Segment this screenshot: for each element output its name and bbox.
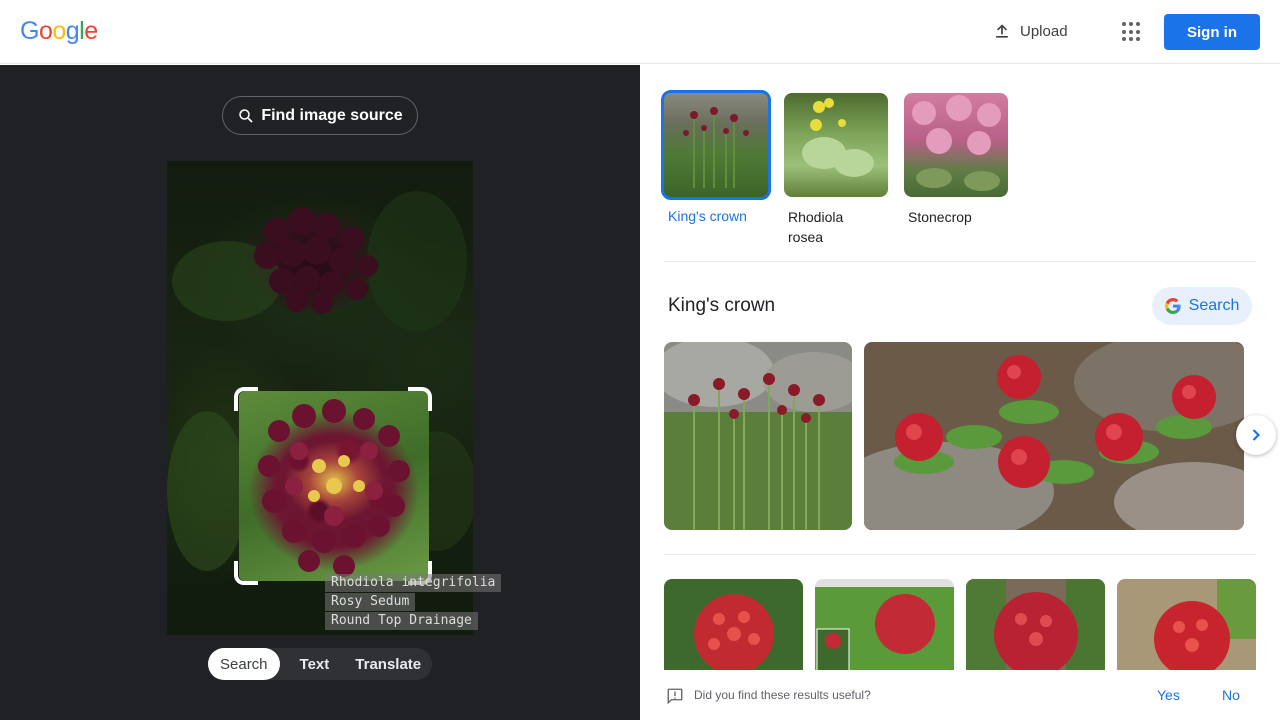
header: Google Upload Sign in	[0, 0, 1280, 64]
result-image[interactable]	[664, 579, 803, 679]
suggestion-label: Stonecrop	[908, 209, 972, 225]
result-image[interactable]	[1117, 579, 1256, 679]
next-results-button[interactable]	[1236, 415, 1276, 455]
crop-corner-top-left[interactable]	[234, 387, 258, 411]
result-image[interactable]	[966, 579, 1105, 679]
upload-button[interactable]: Upload	[992, 21, 1068, 41]
lens-search-icon	[239, 108, 253, 123]
section-title: King's crown	[668, 295, 776, 316]
crop-corner-top-right[interactable]	[408, 387, 432, 411]
feedback-no-button[interactable]: No	[1222, 687, 1240, 703]
result-image[interactable]	[864, 342, 1244, 530]
mode-translate-button[interactable]: Translate	[343, 648, 433, 680]
upload-icon	[996, 24, 1008, 38]
results-panel: King's crown Rhodiola rosea Stonecrop Ki…	[640, 65, 1280, 720]
crop-flower	[258, 399, 410, 577]
apps-grid-icon[interactable]	[1122, 22, 1142, 42]
watermark-line: Rosy Sedum	[325, 593, 416, 611]
mode-search-button[interactable]: Search	[208, 648, 280, 680]
suggestion-label: King's crown	[668, 208, 747, 224]
suggestion-label: Rhodiola rosea	[788, 209, 844, 245]
watermark-line: Rhodiola integrifolia	[325, 574, 502, 592]
suggestion-image	[904, 93, 1008, 197]
mode-text-button[interactable]: Text	[288, 648, 342, 680]
logo-letter: e	[84, 17, 98, 45]
google-search-button[interactable]: Search	[1152, 287, 1252, 325]
upload-label: Upload	[1020, 22, 1068, 40]
suggestion-image	[661, 90, 771, 200]
google-g-icon	[1164, 298, 1181, 314]
mode-selector: Search Text Translate	[208, 648, 432, 680]
feedback-yes-button[interactable]: Yes	[1157, 687, 1180, 703]
divider	[664, 261, 1256, 262]
logo-letter: o	[52, 17, 66, 45]
find-image-source-label: Find image source	[261, 106, 403, 124]
chevron-right-icon	[1252, 429, 1261, 441]
image-preview-panel: Find image source Rhodiola integrifolia …	[0, 65, 640, 720]
sign-in-button[interactable]: Sign in	[1164, 14, 1260, 50]
google-logo[interactable]: Google	[20, 17, 98, 46]
feedback-icon	[667, 688, 683, 705]
result-image[interactable]	[815, 579, 954, 679]
suggestion-rhodiola-rosea[interactable]: Rhodiola rosea	[784, 93, 888, 247]
logo-letter: g	[65, 17, 80, 45]
crop-selection-image[interactable]	[239, 391, 429, 581]
result-image[interactable]	[664, 342, 852, 530]
suggestion-image	[784, 93, 888, 197]
watermark-line: Round Top Drainage	[325, 612, 478, 630]
suggestion-kings-crown[interactable]: King's crown	[661, 90, 771, 247]
crop-corner-bottom-left[interactable]	[234, 561, 258, 585]
suggestion-chips: King's crown Rhodiola rosea Stonecrop	[661, 90, 1008, 247]
divider	[664, 554, 1256, 555]
suggestion-stonecrop[interactable]: Stonecrop	[904, 93, 1008, 247]
search-button-label: Search	[1188, 297, 1240, 314]
logo-letter: o	[38, 17, 53, 45]
feedback-bar: Did you find these results useful? Yes N…	[640, 670, 1280, 720]
feedback-question: Did you find these results useful?	[694, 688, 871, 702]
logo-letter: G	[20, 17, 39, 45]
find-image-source-button[interactable]: Find image source	[222, 96, 418, 135]
